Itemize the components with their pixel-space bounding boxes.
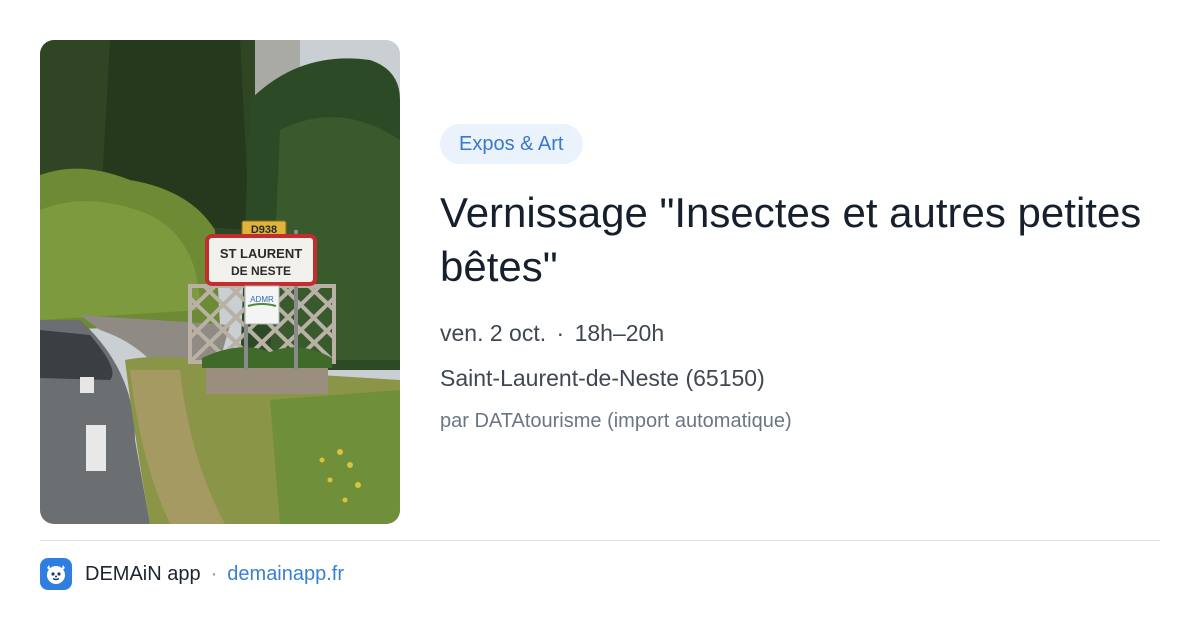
event-title[interactable]: Vernissage "Insectes et autres petites b… <box>440 186 1160 294</box>
app-name: DEMAiN app <box>85 562 201 585</box>
event-date: ven. 2 oct. <box>440 320 547 346</box>
footer: DEMAiN app · demainapp.fr <box>40 558 344 590</box>
event-card[interactable]: D938 ST LAURENT DE NESTE ADMR Expos & Ar… <box>0 0 1200 630</box>
event-datetime: ven. 2 oct. · 18h–20h <box>440 320 1160 347</box>
event-time: 18h–20h <box>574 320 665 346</box>
category-chip[interactable]: Expos & Art <box>440 124 583 164</box>
admr-panel-text: ADMR <box>250 295 274 304</box>
footer-separator: · <box>210 562 218 585</box>
event-source: par DATAtourisme (import automatique) <box>440 410 792 432</box>
date-separator: · <box>556 320 565 346</box>
footer-divider <box>40 540 1160 541</box>
event-photo: D938 ST LAURENT DE NESTE ADMR <box>40 40 400 524</box>
lion-mascot-icon[interactable] <box>40 558 72 590</box>
event-location: Saint-Laurent-de-Neste (65150) <box>440 365 765 391</box>
sign-line-2: DE NESTE <box>231 264 291 278</box>
sign-line-1: ST LAURENT <box>220 246 302 261</box>
domain-link[interactable]: demainapp.fr <box>227 563 344 586</box>
event-info: Expos & Art Vernissage "Insectes et autr… <box>440 124 1160 433</box>
category-label: Expos & Art <box>459 133 564 155</box>
